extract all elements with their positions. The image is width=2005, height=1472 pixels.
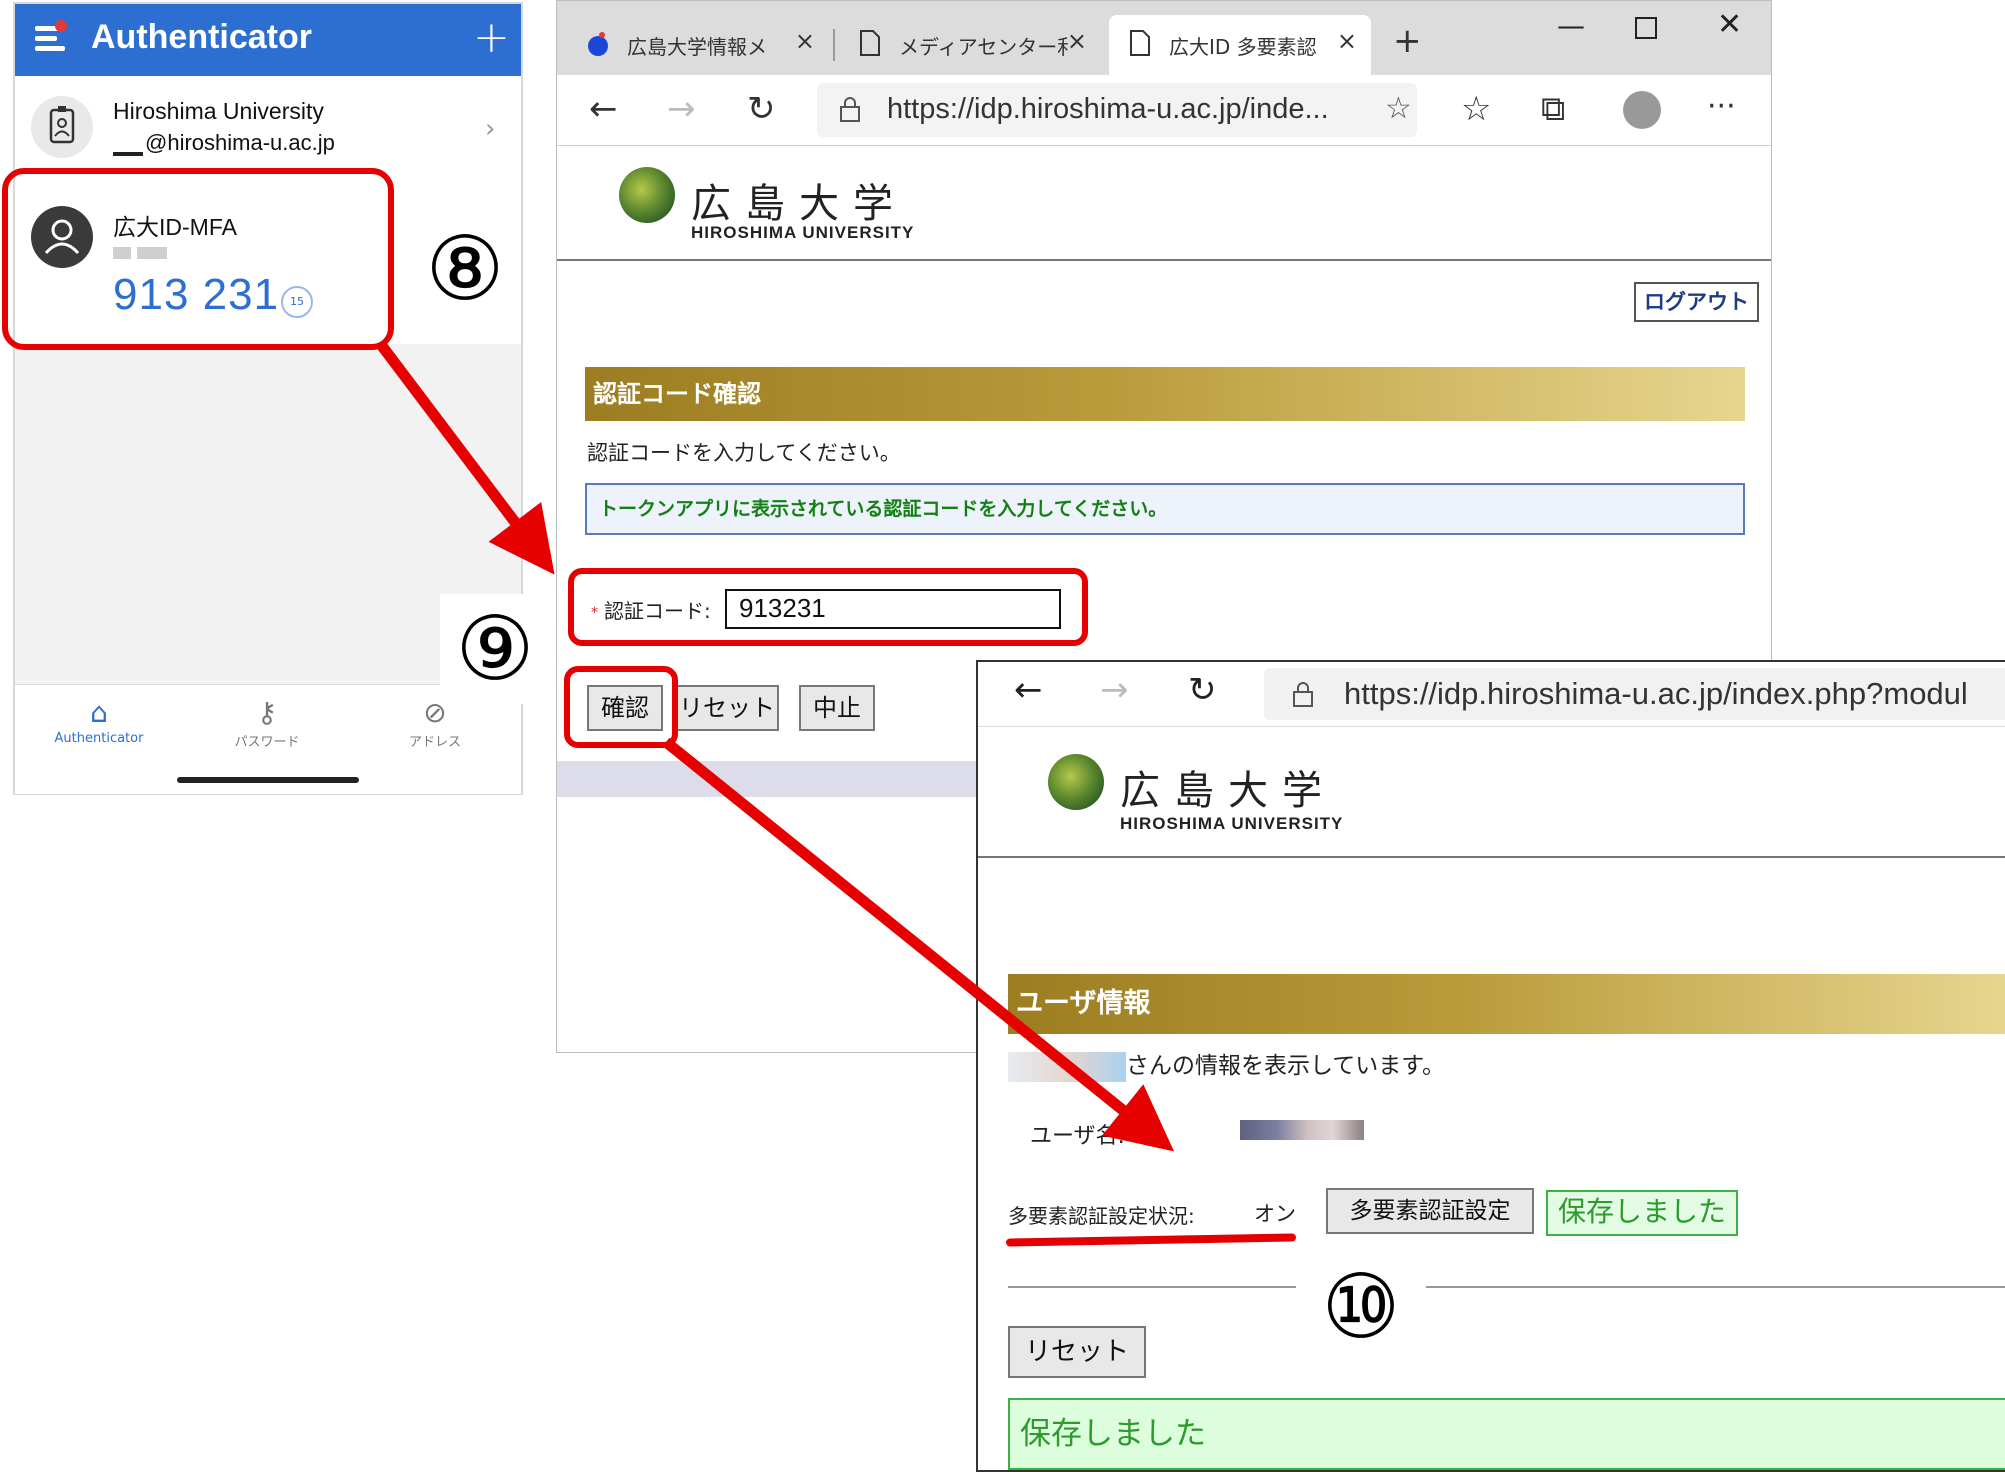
tab-info-media[interactable]: 広島大学情報メ × (567, 15, 829, 75)
tab-strip: 広島大学情報メ × メディアセンター利 × 広大ID 多要素認 × + — ✕ (557, 1, 1771, 75)
address-bar[interactable]: https://idp.hiroshima-u.ac.jp/index.php?… (1264, 668, 2005, 720)
favorite-star-icon[interactable]: ☆ (1385, 91, 1412, 126)
reload-icon[interactable]: ↻ (1188, 670, 1217, 710)
home-indicator (177, 777, 359, 783)
divider (1008, 1286, 1298, 1288)
saved-message-banner: 保存しました (1008, 1398, 2005, 1470)
mfa-status-label: 多要素認証設定状況: (1008, 1204, 1195, 1228)
browser-toolbar: ← → ↻ https://idp.hiroshima-u.ac.jp/inde… (557, 75, 1771, 146)
close-window-icon[interactable]: ✕ (1717, 7, 1742, 42)
nav-label: アドレス (408, 735, 461, 750)
id-badge-icon (31, 96, 93, 158)
tab-title: 広島大学情報メ (627, 35, 767, 59)
logout-button[interactable]: ログアウト (1634, 282, 1759, 322)
nav-label: パスワード (234, 735, 300, 750)
favorites-icon[interactable]: ☆ (1461, 89, 1491, 129)
page-icon (1129, 29, 1151, 57)
logo-kanji: 広島大学 (691, 181, 907, 227)
mfa-setting-button[interactable]: 多要素認証設定 (1326, 1188, 1534, 1234)
logo-kanji: 広島大学 (1120, 768, 1336, 814)
lock-icon (839, 95, 861, 130)
university-logo-icon (619, 167, 675, 223)
browser-window-user-info: ← → ↻ https://idp.hiroshima-u.ac.jp/inde… (976, 660, 2005, 1472)
section-title: 認証コード確認 (585, 367, 1745, 421)
maximize-icon[interactable] (1635, 17, 1657, 39)
tab-title: メディアセンター利 (899, 35, 1069, 59)
key-icon: ⚷ (256, 696, 278, 729)
redacted-username (1240, 1120, 1364, 1140)
tab-title: 広大ID 多要素認 (1169, 35, 1317, 59)
reset-button[interactable]: リセット (675, 685, 779, 731)
university-logo-icon (1048, 754, 1104, 810)
minimize-icon[interactable]: — (1557, 9, 1585, 42)
reset-button[interactable]: リセット (1008, 1326, 1146, 1378)
lock-icon (1292, 680, 1314, 715)
browser-toolbar: ← → ↻ https://idp.hiroshima-u.ac.jp/inde… (978, 662, 2005, 727)
forward-icon[interactable]: → (1100, 670, 1129, 710)
new-tab-icon[interactable]: + (1393, 21, 1422, 61)
logo-english: HIROSHIMA UNIVERSITY (691, 223, 915, 242)
redacted-name (1008, 1051, 1126, 1082)
username-label: ユーザ名: (1030, 1124, 1125, 1149)
close-tab-icon[interactable]: × (795, 27, 815, 55)
section-title: ユーザ情報 (1008, 974, 2005, 1034)
address-bar[interactable]: https://idp.hiroshima-u.ac.jp/inde... ☆ (817, 83, 1417, 137)
logo-english: HIROSHIMA UNIVERSITY (1120, 814, 1344, 833)
step-number-10: ⑩ (1296, 1252, 1426, 1362)
url-text: https://idp.hiroshima-u.ac.jp/inde... (887, 93, 1329, 125)
tab-separator (833, 29, 835, 61)
nav-item-authenticator[interactable]: ⌂ Authenticator (15, 695, 183, 746)
highlight-box-code (2, 168, 394, 350)
showing-info-text: さんの情報を表示しています。 (1008, 1046, 1445, 1082)
step-number-9: ⑨ (440, 594, 550, 704)
back-icon[interactable]: ← (1014, 670, 1043, 710)
step-number-8: ⑧ (410, 214, 520, 324)
account-name: Hiroshima University (113, 98, 324, 124)
close-tab-icon[interactable]: × (1337, 27, 1357, 55)
mfa-status-value: オン (1254, 1202, 1296, 1226)
add-account-icon[interactable]: + (473, 12, 510, 63)
highlight-box-input (568, 568, 1088, 646)
profile-avatar-icon[interactable] (1623, 91, 1661, 129)
home-icon: ⌂ (90, 696, 108, 729)
chevron-right-icon: › (485, 114, 496, 144)
saved-status-badge: 保存しました (1546, 1190, 1739, 1236)
more-options-icon[interactable]: ··· (1707, 89, 1736, 124)
collections-icon[interactable]: ⧉ (1541, 89, 1565, 129)
app-header: Authenticator + (15, 4, 521, 76)
divider (1424, 1286, 2005, 1288)
url-text: https://idp.hiroshima-u.ac.jp/index.php?… (1344, 676, 1968, 711)
account-email: @hiroshima-u.ac.jp (113, 130, 335, 156)
back-icon[interactable]: ← (589, 89, 618, 129)
forward-icon[interactable]: → (667, 89, 696, 129)
cancel-button[interactable]: 中止 (799, 685, 875, 731)
notification-dot-icon (55, 20, 67, 32)
info-notice: トークンアプリに表示されている認証コードを入力してください。 (585, 483, 1745, 535)
highlight-box-confirm (564, 666, 678, 748)
annotation-underline (1005, 1233, 1297, 1247)
reload-icon[interactable]: ↻ (747, 89, 776, 129)
app-title: Authenticator (91, 18, 312, 56)
header-divider (978, 856, 2005, 858)
page-icon (859, 29, 881, 57)
site-favicon-icon (587, 29, 609, 57)
instruction-text: 認証コードを入力してください。 (587, 441, 901, 465)
close-tab-icon[interactable]: × (1067, 27, 1087, 55)
nav-item-passwords[interactable]: ⚷ パスワード (183, 695, 351, 750)
tab-media-center[interactable]: メディアセンター利 × (839, 15, 1101, 75)
header-divider (557, 259, 1771, 261)
nav-label: Authenticator (54, 731, 144, 746)
tab-mfa[interactable]: 広大ID 多要素認 × (1109, 15, 1371, 75)
